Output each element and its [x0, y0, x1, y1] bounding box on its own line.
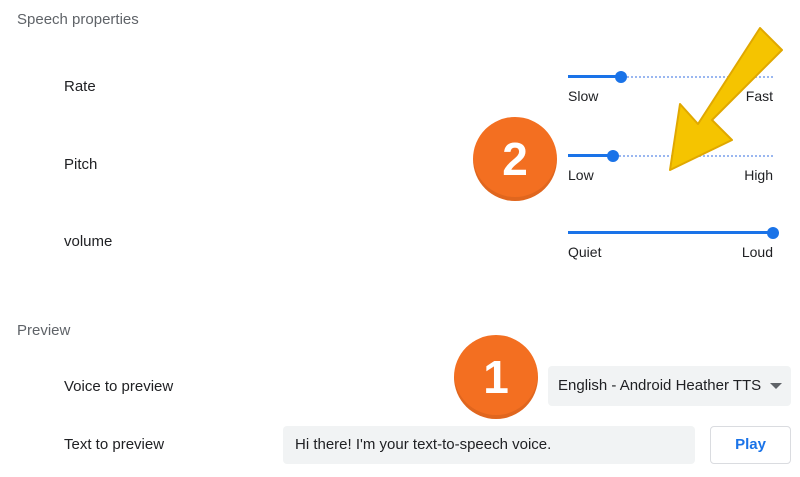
section-title-speech-properties: Speech properties	[17, 11, 139, 28]
volume-slider-fill	[568, 231, 773, 234]
volume-max-label: Loud	[741, 244, 773, 260]
arrow-annotation-icon	[669, 27, 783, 171]
text-to-preview-label: Text to preview	[64, 436, 165, 453]
section-title-preview: Preview	[17, 322, 71, 339]
pitch-min-label: Low	[568, 167, 594, 183]
pitch-label: Pitch	[64, 156, 98, 173]
voice-to-preview-label: Voice to preview	[64, 378, 174, 395]
dropdown-arrow-icon	[770, 383, 782, 389]
rate-slider-fill	[568, 75, 622, 78]
rate-min-label: Slow	[568, 88, 599, 104]
annotation-badge-2: 2	[473, 117, 557, 201]
play-button[interactable]: Play	[710, 426, 791, 464]
voice-select[interactable]: English - Android Heather TTS	[548, 366, 791, 406]
annotation-badge-1: 1	[454, 335, 538, 419]
pitch-slider-thumb[interactable]	[607, 150, 620, 162]
volume-label: volume	[64, 233, 113, 250]
voice-select-value: English - Android Heather TTS	[558, 377, 762, 394]
volume-slider-thumb[interactable]	[767, 227, 779, 239]
rate-slider-thumb[interactable]	[615, 71, 628, 83]
volume-slider[interactable]: Quiet Loud	[568, 223, 779, 263]
preview-text-input[interactable]: Hi there! I'm your text-to-speech voice.	[283, 426, 695, 464]
rate-label: Rate	[64, 78, 96, 95]
volume-min-label: Quiet	[568, 244, 602, 260]
